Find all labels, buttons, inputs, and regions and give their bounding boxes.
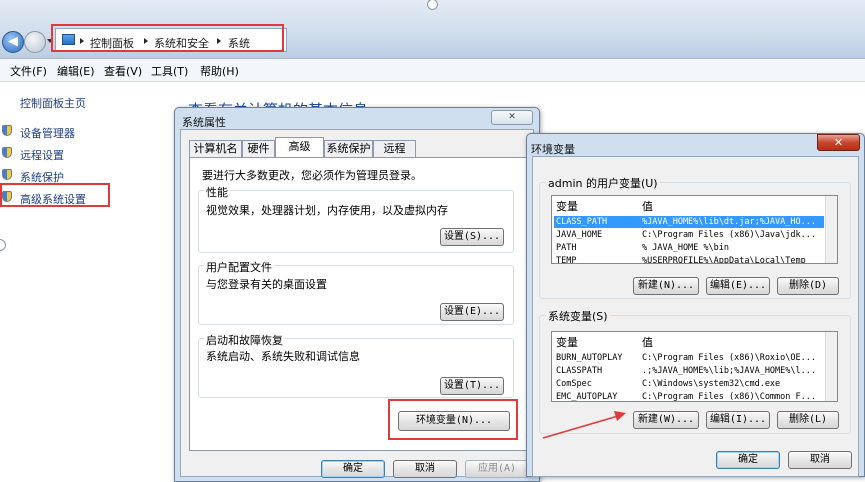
annotation-arrow-icon	[542, 411, 626, 439]
